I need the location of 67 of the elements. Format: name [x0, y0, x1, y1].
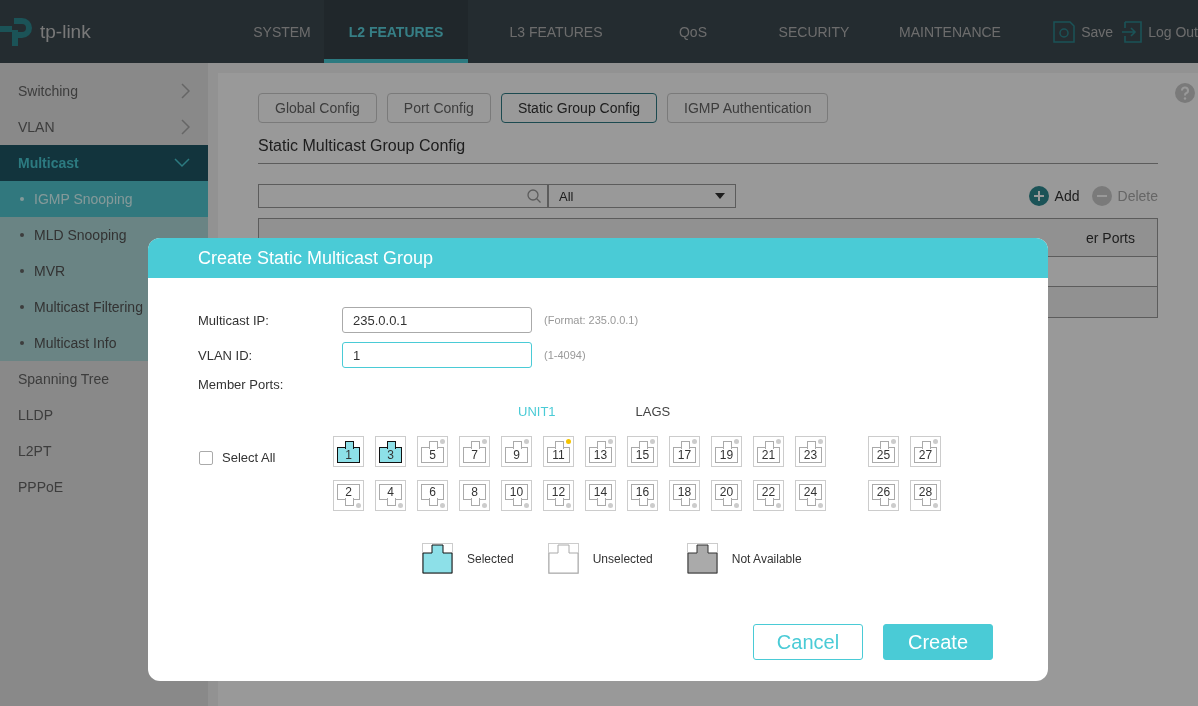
bullet-icon — [20, 197, 24, 201]
bullet-icon — [20, 305, 24, 309]
port-button[interactable]: 28 — [910, 480, 941, 511]
port-button[interactable]: 19 — [711, 436, 742, 467]
section-title: Static Multicast Group Config — [258, 137, 1158, 164]
port-legend-icon — [547, 543, 579, 574]
port-legend-icon — [686, 543, 718, 574]
field-label: Member Ports: — [198, 377, 285, 392]
input-field[interactable]: 1 — [342, 342, 532, 368]
port-button[interactable]: 8 — [459, 480, 490, 511]
port-button[interactable]: 11 — [543, 436, 574, 467]
add-button[interactable]: Add — [1028, 186, 1080, 206]
logout-icon — [1121, 19, 1144, 44]
port-button[interactable]: 13 — [585, 436, 616, 467]
port-button[interactable]: 25 — [868, 436, 899, 467]
search-field[interactable] — [258, 184, 548, 208]
port-button[interactable]: 14 — [585, 480, 616, 511]
chevron-right-icon — [181, 119, 190, 135]
port-button[interactable]: 7 — [459, 436, 490, 467]
brand-name: tp-link — [40, 20, 91, 43]
dropdown-caret-icon — [715, 193, 725, 199]
save-icon — [1052, 19, 1077, 44]
field-hint: (Format: 235.0.0.1) — [544, 314, 639, 326]
tab[interactable]: Global Config — [258, 93, 377, 123]
legend-label: Not Available — [731, 551, 802, 566]
port-button[interactable]: 1 — [333, 436, 364, 467]
port-button[interactable]: 21 — [753, 436, 784, 467]
port-button[interactable]: 6 — [417, 480, 448, 511]
help-icon[interactable] — [1174, 82, 1196, 104]
tab[interactable]: Port Config — [386, 93, 491, 123]
port-button[interactable]: 22 — [753, 480, 784, 511]
chevron-right-icon — [181, 83, 190, 99]
bullet-icon — [20, 269, 24, 273]
legend-label: Selected — [467, 551, 514, 566]
port-button[interactable]: 3 — [375, 436, 406, 467]
port-button[interactable]: 16 — [627, 480, 658, 511]
port-button[interactable]: 15 — [627, 436, 658, 467]
legend-label: Unselected — [592, 551, 653, 566]
filter-select[interactable]: All — [548, 184, 736, 208]
port-button[interactable]: 5 — [417, 436, 448, 467]
port-button[interactable]: 18 — [669, 480, 700, 511]
dialog-title: Create Static Multicast Group — [148, 238, 1048, 278]
chevron-down-icon — [174, 158, 190, 168]
port-button[interactable]: 4 — [375, 480, 406, 511]
port-button[interactable]: 27 — [910, 436, 941, 467]
port-button[interactable]: 24 — [795, 480, 826, 511]
port-button[interactable]: 23 — [795, 436, 826, 467]
port-button[interactable]: 17 — [669, 436, 700, 467]
minus-icon — [1091, 186, 1112, 206]
lags-label: LAGS — [635, 404, 671, 421]
plus-icon — [1028, 186, 1049, 206]
port-button[interactable]: 10 — [501, 480, 532, 511]
port-button[interactable]: 9 — [501, 436, 532, 467]
bullet-icon — [20, 233, 24, 237]
port-legend-icon — [422, 543, 453, 574]
select-all-checkbox[interactable]: Select All — [198, 450, 333, 465]
port-button[interactable]: 20 — [711, 480, 742, 511]
input-field[interactable]: 235.0.0.1 — [342, 307, 532, 333]
search-icon — [527, 189, 541, 203]
port-button[interactable]: 2 — [333, 480, 364, 511]
tab[interactable]: Static Group Config — [500, 93, 658, 123]
field-hint: (1-4094) — [544, 349, 586, 361]
unit-label: UNIT1 — [518, 404, 556, 421]
port-button[interactable]: 12 — [543, 480, 574, 511]
tab[interactable]: IGMP Authentication — [667, 93, 829, 123]
port-button[interactable]: 26 — [868, 480, 899, 511]
bullet-icon — [20, 341, 24, 345]
